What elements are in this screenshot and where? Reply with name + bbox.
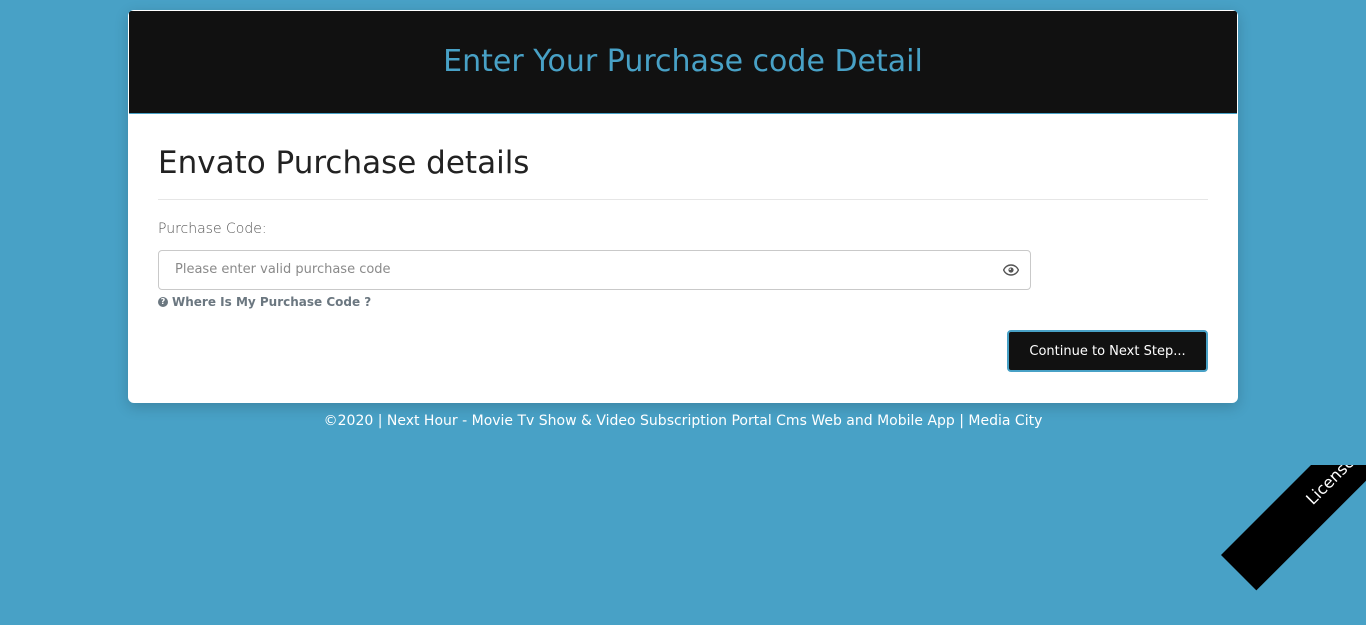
license-ribbon[interactable]: License [1221,465,1366,591]
footer-copyright: ©2020 | Next Hour - Movie Tv Show & Vide… [323,413,1043,429]
help-link-label: Where Is My Purchase Code ? [172,295,372,309]
purchase-code-input[interactable] [160,252,995,286]
purchase-card: Enter Your Purchase code Detail Envato P… [128,10,1238,403]
question-circle-icon: ? [158,297,168,307]
page-title: Enter Your Purchase code Detail [443,43,923,79]
section-divider [158,199,1208,200]
license-ribbon-container: License [1206,465,1366,625]
continue-next-step-button[interactable]: Continue to Next Step... [1007,330,1208,372]
where-is-purchase-code-link[interactable]: ? Where Is My Purchase Code ? [158,295,371,309]
section-title: Envato Purchase details [158,145,530,181]
purchase-code-field [158,250,1031,290]
purchase-code-label: Purchase Code: [158,221,267,237]
eye-icon[interactable] [1003,264,1019,276]
card-header: Enter Your Purchase code Detail [129,11,1237,114]
